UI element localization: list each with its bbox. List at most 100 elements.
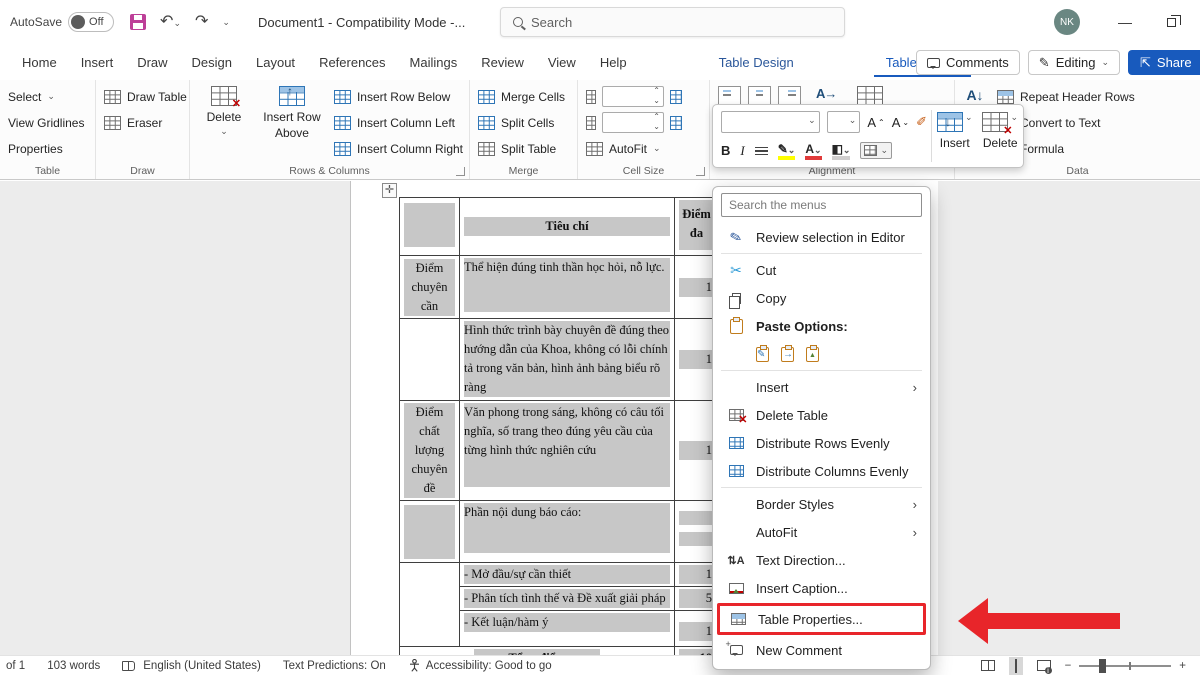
table-row[interactable]: Điểm chuyên cần Thể hiện đúng tinh thần … [400,256,719,319]
menu-item-review-in-editor[interactable]: ✎ Review selection in Editor [718,223,925,251]
tab-table-design[interactable]: Table Design [707,47,806,78]
column-width-control[interactable] [586,112,703,133]
menu-item-table-properties[interactable]: Table Properties... [720,606,923,632]
tab-layout[interactable]: Layout [244,47,307,78]
insert-row-above-button[interactable]: Insert Row Above [260,86,324,163]
language-indicator[interactable]: English (United States) [143,660,261,672]
share-button[interactable]: ⇱ Share [1128,50,1200,75]
font-name-combo[interactable] [721,111,820,133]
search-box[interactable]: Search [500,7,845,37]
minimize-button[interactable]: — [1110,12,1140,32]
autofit-button[interactable]: AutoFit⌄ [586,138,703,159]
document-table[interactable]: Tiêu chí Điểm đa Điểm chuyên cần Thể hiệ… [399,197,719,671]
undo-button[interactable]: ↶⌄ [160,14,181,30]
table-cell[interactable]: - Phân tích tình thế và Đề xuất giải phá… [460,587,675,611]
table-row[interactable]: Phần nội dung báo cáo: [400,501,719,563]
insert-column-right-button[interactable]: Insert Column Right [334,138,463,159]
row-height-control[interactable] [586,86,703,107]
table-cell[interactable]: Tiêu chí [460,198,675,256]
eraser-button[interactable]: Eraser [104,112,183,133]
zoom-slider[interactable] [1079,665,1171,667]
tab-mailings[interactable]: Mailings [398,47,470,78]
table-cell[interactable] [400,198,460,256]
table-cell[interactable]: - Mở đầu/sự cần thiết [460,563,675,587]
table-cell[interactable]: Điểm chuyên cần [400,256,460,319]
text-predictions[interactable]: Text Predictions: On [283,660,386,672]
read-mode-icon[interactable] [981,660,995,671]
table-cell[interactable]: Điểm chất lượng chuyên đề [400,401,460,501]
table-cell[interactable]: Thể hiện đúng tinh thần học hỏi, nỗ lực. [460,256,675,319]
select-button[interactable]: Select⌄ [8,86,89,107]
delete-button[interactable]: Delete ⌄ [198,86,250,163]
justify-button[interactable] [755,147,768,156]
menu-item-new-comment[interactable]: New Comment [718,636,925,664]
split-table-button[interactable]: Split Table [478,138,571,159]
menu-item-copy[interactable]: Copy [718,284,925,312]
restore-button[interactable] [1156,12,1186,32]
view-gridlines-button[interactable]: View Gridlines [8,112,89,133]
draw-table-button[interactable]: Draw Table [104,86,183,107]
tab-help[interactable]: Help [588,47,639,78]
italic-button[interactable]: I [740,143,744,159]
column-width-spinner[interactable] [602,112,664,133]
menu-search-input[interactable]: Search the menus [721,193,922,217]
autosave-control[interactable]: AutoSave Off [10,12,114,32]
cell-margins-icon[interactable] [857,86,883,106]
menu-item-distribute-columns[interactable]: Distribute Columns Evenly [718,457,925,485]
accessibility-status[interactable]: Accessibility: Good to go [426,660,552,672]
avatar[interactable]: NK [1054,9,1080,35]
borders-button[interactable]: ⌄ [860,142,892,159]
row-height-spinner[interactable] [602,86,664,107]
autosave-toggle[interactable]: Off [68,12,114,32]
menu-item-insert[interactable]: Insert › [718,373,925,401]
page-indicator[interactable]: of 1 [6,660,25,672]
font-size-combo[interactable] [827,111,861,133]
print-layout-button[interactable] [1009,657,1023,675]
table-row[interactable]: Điểm chất lượng chuyên đề Văn phong tron… [400,401,719,501]
tab-design[interactable]: Design [180,47,244,78]
table-row[interactable]: Tiêu chí Điểm đa [400,198,719,256]
properties-button[interactable]: Properties [8,138,89,159]
format-painter-icon[interactable]: ✐ [916,114,927,130]
web-layout-icon[interactable] [1037,660,1051,671]
customize-qat-icon[interactable]: ⌄ [222,17,230,28]
text-direction-icon[interactable]: A→ [816,86,836,101]
redo-button[interactable]: ↷ [195,14,208,30]
shading-button[interactable]: ◧⌄ [832,142,851,160]
merge-cells-button[interactable]: Merge Cells [478,86,571,107]
bold-button[interactable]: B [721,143,730,158]
save-icon[interactable] [130,14,146,30]
menu-item-insert-caption[interactable]: Insert Caption... [718,574,925,602]
table-row[interactable]: Hình thức trình bày chuyên đề đúng theo … [400,319,719,401]
comments-button[interactable]: Comments [916,50,1020,75]
shrink-font-button[interactable]: A⌄ [892,115,909,130]
tab-review[interactable]: Review [469,47,536,78]
menu-item-autofit[interactable]: AutoFit › [718,518,925,546]
insert-row-below-button[interactable]: Insert Row Below [334,86,463,107]
table-row[interactable]: - Mở đầu/sự cần thiết 1 [400,563,719,587]
insert-column-left-button[interactable]: Insert Column Left [334,112,463,133]
table-cell[interactable]: Văn phong trong sáng, không có câu tối n… [460,401,675,501]
tab-draw[interactable]: Draw [125,47,179,78]
dialog-launcher-icon[interactable] [696,167,705,176]
tab-insert[interactable]: Insert [69,47,126,78]
proofing-book-icon[interactable] [122,661,135,671]
table-move-handle[interactable]: ✛ [382,183,397,198]
tab-references[interactable]: References [307,47,397,78]
word-count[interactable]: 103 words [47,660,100,672]
tab-home[interactable]: Home [10,47,69,78]
menu-item-border-styles[interactable]: Border Styles › [718,490,925,518]
grow-font-button[interactable]: A⌃ [867,115,884,130]
dialog-launcher-icon[interactable] [456,167,465,176]
zoom-out-button[interactable]: − [1065,660,1072,672]
table-cell[interactable] [400,319,460,401]
menu-item-distribute-rows[interactable]: Distribute Rows Evenly [718,429,925,457]
split-cells-button[interactable]: Split Cells [478,112,571,133]
paste-merge-formatting-icon[interactable] [781,347,794,362]
table-cell[interactable]: Hình thức trình bày chuyên đề đúng theo … [460,319,675,401]
tab-view[interactable]: View [536,47,588,78]
zoom-in-button[interactable]: + [1179,660,1186,672]
editing-button[interactable]: ✎ Editing ⌄ [1028,50,1120,75]
table-cell[interactable]: - Kết luận/hàm ý [460,611,675,647]
font-color-button[interactable]: A⌄ [805,142,821,160]
